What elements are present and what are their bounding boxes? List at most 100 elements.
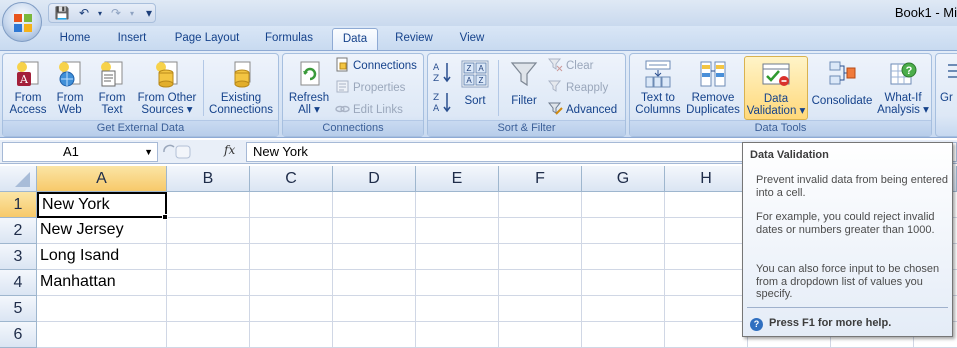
sort-a-to-z-button[interactable]: A Z <box>432 60 454 84</box>
column-header-b[interactable]: B <box>167 166 250 192</box>
sort-button[interactable]: Z A A Z Sort <box>456 56 494 120</box>
select-all-corner[interactable] <box>0 166 37 192</box>
clear-label: Clear <box>566 60 594 72</box>
from-web-label-2: Web <box>58 104 82 116</box>
group-label-sort-filter: Sort & Filter <box>428 120 625 136</box>
edit-links-label: Edit Links <box>353 104 403 116</box>
properties-icon <box>336 80 349 93</box>
data-validation-icon <box>762 63 790 86</box>
name-box-value: A1 <box>63 144 79 159</box>
from-other-sources-label-1: From Other <box>137 92 197 104</box>
from-text-label-2: Text <box>101 104 123 116</box>
group-divider <box>498 60 499 116</box>
from-text-button[interactable]: From Text <box>93 56 131 120</box>
from-other-sources-icon <box>156 61 178 88</box>
sort-label: Sort <box>464 95 486 107</box>
tab-view[interactable]: View <box>452 28 492 50</box>
from-access-button[interactable]: A From Access <box>7 56 49 120</box>
svg-text:A: A <box>433 104 440 114</box>
what-if-analysis-icon: ? <box>890 62 917 85</box>
text-to-columns-label-1: Text to <box>641 92 675 104</box>
tab-insert[interactable]: Insert <box>110 28 154 50</box>
select-all-triangle-icon <box>15 172 30 187</box>
properties-button[interactable]: Properties <box>335 79 405 97</box>
office-button[interactable] <box>2 2 42 42</box>
text-to-columns-label-2: Columns <box>635 104 681 116</box>
consolidate-button[interactable]: Consolidate <box>810 56 874 120</box>
connections-button[interactable]: Connections <box>335 57 417 75</box>
sort-descending-icon: Z A <box>433 93 451 114</box>
row-header-3[interactable]: 3 <box>0 244 37 270</box>
group-connections: Refresh All ▾ Connections Properties Edi… <box>282 53 424 137</box>
from-web-button[interactable]: From Web <box>51 56 89 120</box>
formula-bar-resize-icon[interactable] <box>162 144 192 160</box>
cell-a6[interactable] <box>37 322 167 348</box>
ribbon: A From Access From Web From Text From Ot… <box>0 50 957 138</box>
row-header-5[interactable]: 5 <box>0 296 37 322</box>
text-to-columns-button[interactable]: Text to Columns <box>634 56 682 120</box>
advanced-filter-icon <box>548 102 563 115</box>
what-if-analysis-button[interactable]: ? What-If Analysis ▾ <box>876 56 930 120</box>
from-web-icon <box>59 61 81 87</box>
clear-filter-button[interactable]: Clear <box>548 57 593 75</box>
redo-icon[interactable]: ↷ <box>108 6 124 21</box>
advanced-filter-button[interactable]: Advanced <box>548 101 617 119</box>
tab-data[interactable]: Data <box>332 28 378 50</box>
tooltip-help: ? Press F1 for more help. <box>750 317 891 331</box>
cell-a1[interactable]: New York <box>37 192 167 218</box>
refresh-all-button[interactable]: Refresh All ▾ <box>286 56 332 120</box>
remove-duplicates-button[interactable]: Remove Duplicates <box>684 56 742 120</box>
row-header-4[interactable]: 4 <box>0 270 37 296</box>
sort-icon: Z A A Z <box>461 60 489 88</box>
svg-text:Z: Z <box>433 74 439 84</box>
column-header-d[interactable]: D <box>333 166 416 192</box>
cell-a3[interactable]: Long Isand <box>37 244 167 270</box>
column-header-g[interactable]: G <box>582 166 665 192</box>
cell-a5[interactable] <box>37 296 167 322</box>
undo-icon[interactable]: ↶ <box>76 6 92 21</box>
name-box[interactable]: A1 ▼ <box>2 142 158 162</box>
data-validation-button[interactable]: Data Validation ▾ <box>744 56 808 120</box>
from-access-icon: A <box>17 61 39 86</box>
column-header-h[interactable]: H <box>665 166 748 192</box>
save-icon[interactable]: 💾 <box>54 6 70 21</box>
svg-text:A: A <box>466 76 472 85</box>
group-label-connections: Connections <box>283 120 423 136</box>
customize-qat-icon[interactable]: ▾ <box>141 6 157 21</box>
column-header-a[interactable]: A <box>37 166 167 192</box>
insert-function-icon[interactable]: fx <box>224 143 235 157</box>
what-if-analysis-label-2: Analysis ▾ <box>877 104 929 116</box>
filter-button[interactable]: Filter <box>504 56 544 120</box>
tab-page-layout[interactable]: Page Layout <box>170 28 244 50</box>
tooltip-help-text: Press F1 for more help. <box>769 317 892 329</box>
fill-handle[interactable] <box>162 214 168 220</box>
group-button-partial[interactable]: Gr <box>940 56 957 120</box>
redo-dropdown-icon[interactable]: ▾ <box>124 6 140 21</box>
advanced-label: Advanced <box>566 104 618 116</box>
name-box-dropdown-icon[interactable]: ▼ <box>144 143 153 161</box>
column-header-f[interactable]: F <box>499 166 582 192</box>
tab-formulas[interactable]: Formulas <box>258 28 320 50</box>
row-header-1[interactable]: 1 <box>0 192 37 218</box>
connections-label: Connections <box>353 60 417 72</box>
svg-text:?: ? <box>906 65 913 77</box>
reapply-label: Reapply <box>566 82 609 94</box>
group-outline-partial: Gr <box>935 53 957 137</box>
undo-dropdown-icon[interactable]: ▾ <box>92 6 108 21</box>
reapply-button[interactable]: Reapply <box>548 79 608 97</box>
tab-review[interactable]: Review <box>390 28 438 50</box>
cell-a2[interactable]: New Jersey <box>37 218 167 244</box>
sort-z-to-a-button[interactable]: Z A <box>432 90 454 114</box>
existing-connections-button[interactable]: Existing Connections <box>206 56 276 120</box>
column-header-e[interactable]: E <box>416 166 499 192</box>
column-header-c[interactable]: C <box>250 166 333 192</box>
from-other-sources-button[interactable]: From Other Sources ▾ <box>134 56 200 120</box>
data-validation-label-2: Validation ▾ <box>746 105 806 117</box>
row-header-2[interactable]: 2 <box>0 218 37 244</box>
row-header-6[interactable]: 6 <box>0 322 37 348</box>
tab-home[interactable]: Home <box>55 28 95 50</box>
edit-links-icon <box>335 105 350 113</box>
quick-access-toolbar: 💾 ↶ ▾ ↷ ▾ ▾ <box>48 3 156 23</box>
edit-links-button[interactable]: Edit Links <box>335 101 403 119</box>
cell-a4[interactable]: Manhattan <box>37 270 167 296</box>
